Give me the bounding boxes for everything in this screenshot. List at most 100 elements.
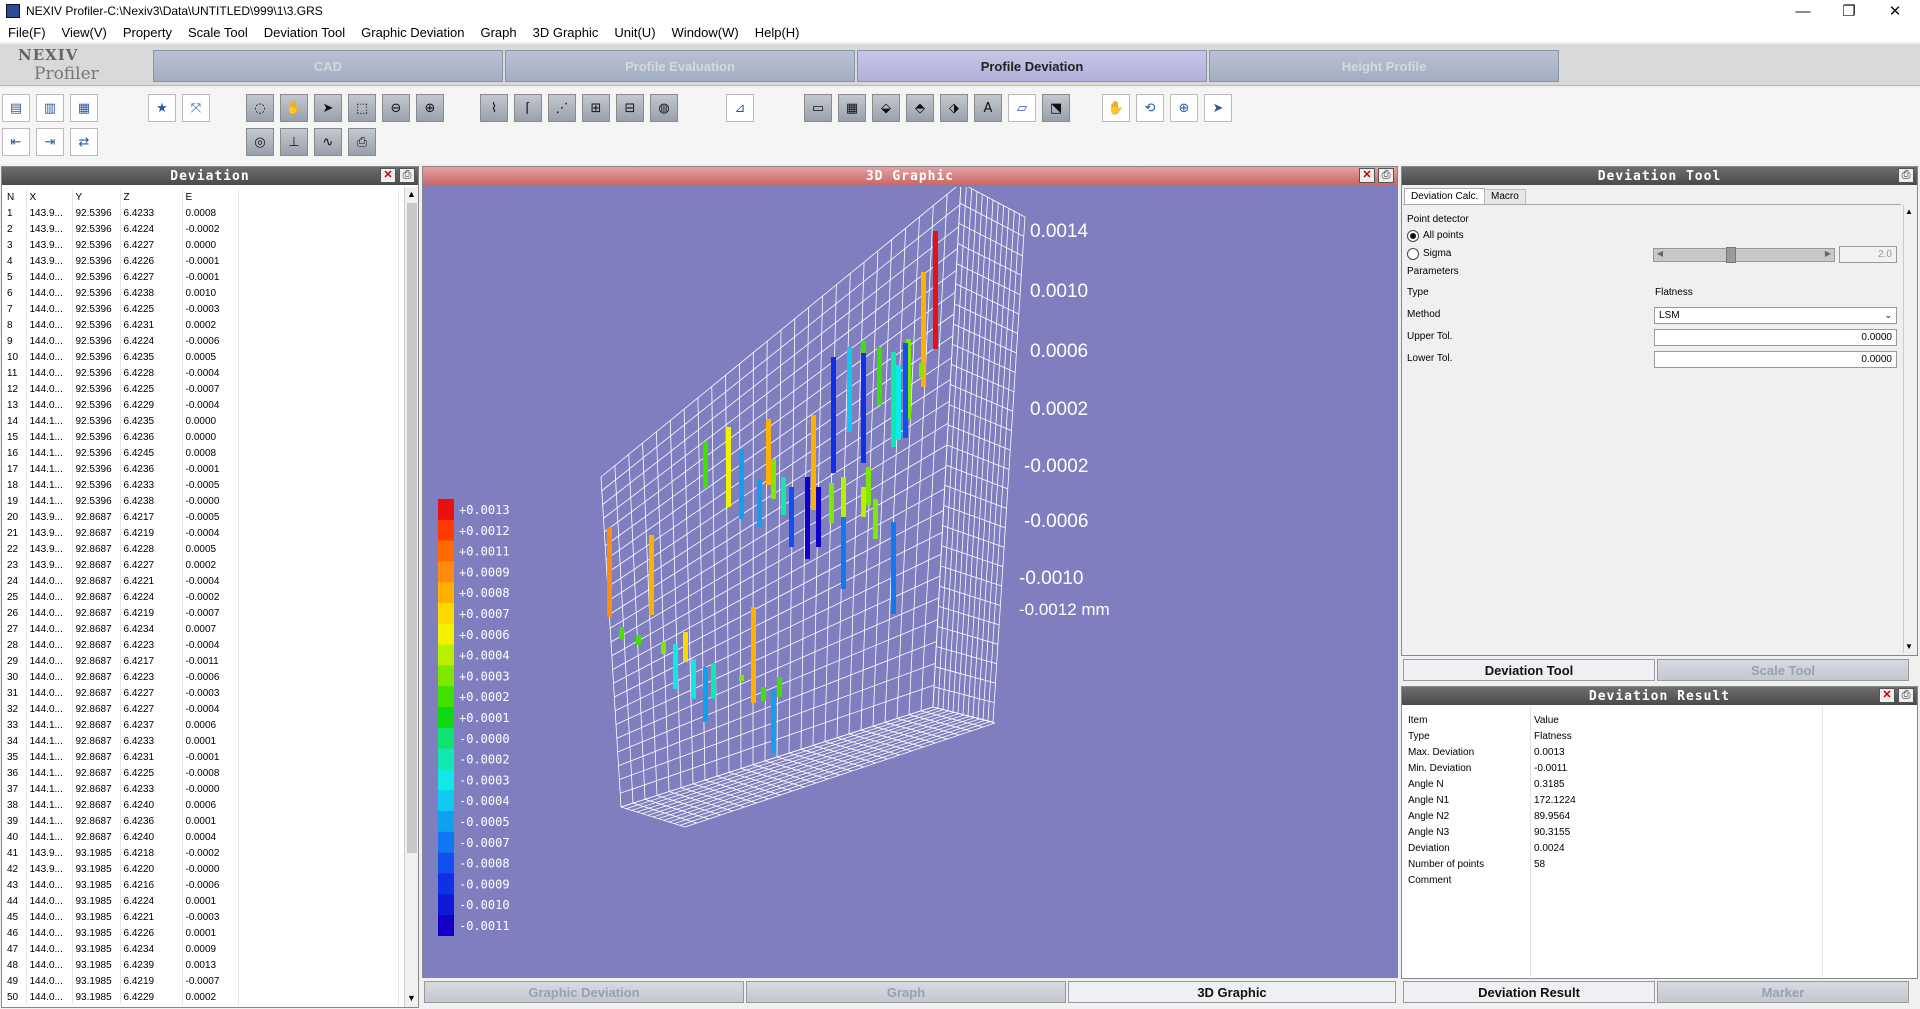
tab-deviation-result[interactable]: Deviation Result — [1403, 981, 1655, 1003]
table-row[interactable]: 21 143.9... 92.8687 6.4219 -0.0004 — [4, 525, 399, 541]
zoom-box-icon[interactable]: ⬚ — [348, 94, 376, 122]
menu-item-10[interactable]: Help(H) — [747, 25, 808, 40]
table-row[interactable]: 27 144.0... 92.8687 6.4234 0.0007 — [4, 621, 399, 637]
transfer-icon[interactable]: ⇄ — [70, 128, 98, 156]
sigma-slider[interactable]: ◀ ▶ — [1653, 247, 1835, 263]
scroll-thumb[interactable] — [407, 203, 417, 853]
zoom-in-icon[interactable]: ⊕ — [416, 94, 444, 122]
table-row[interactable]: 12 144.0... 92.5396 6.4225 -0.0007 — [4, 381, 399, 397]
graph5-icon[interactable]: ⊟ — [616, 94, 644, 122]
table-row[interactable]: 26 144.0... 92.8687 6.4219 -0.0007 — [4, 605, 399, 621]
table-row[interactable]: 30 144.0... 92.8687 6.4223 -0.0006 — [4, 669, 399, 685]
view5-icon[interactable]: ⬗ — [940, 94, 968, 122]
table-row[interactable]: 37 144.1... 92.8687 6.4233 -0.0000 — [4, 781, 399, 797]
table-row[interactable]: 10 144.0... 92.5396 6.4235 0.0005 — [4, 349, 399, 365]
tab-deviation-tool[interactable]: Deviation Tool — [1403, 659, 1655, 681]
table-row[interactable]: 17 144.1... 92.5396 6.4236 -0.0001 — [4, 461, 399, 477]
graph3-icon[interactable]: ⋰ — [548, 94, 576, 122]
table-row[interactable]: 45 144.0... 93.1985 6.4221 -0.0003 — [4, 909, 399, 925]
table-row[interactable]: 19 144.1... 92.5396 6.4238 -0.0000 — [4, 493, 399, 509]
print-panel-icon[interactable]: ⎙ — [399, 168, 415, 183]
chevron-down-icon[interactable]: ⌄ — [1884, 308, 1892, 323]
menu-item-1[interactable]: View(V) — [54, 25, 115, 40]
table-row[interactable]: 11 144.0... 92.5396 6.4228 -0.0004 — [4, 365, 399, 381]
table-row[interactable]: 36 144.1... 92.8687 6.4225 -0.0008 — [4, 765, 399, 781]
upper-tol-field[interactable]: 0.0000 — [1654, 329, 1897, 346]
table-row[interactable]: 22 143.9... 92.8687 6.4228 0.0005 — [4, 541, 399, 557]
menu-item-3[interactable]: Scale Tool — [180, 25, 256, 40]
table-row[interactable]: 16 144.1... 92.5396 6.4245 0.0008 — [4, 445, 399, 461]
menu-item-5[interactable]: Graphic Deviation — [353, 25, 472, 40]
table-row[interactable]: 49 144.0... 93.1985 6.4219 -0.0007 — [4, 973, 399, 989]
view7-icon[interactable]: ▱ — [1008, 94, 1036, 122]
tool-scrollbar[interactable]: ▲ ▼ — [1903, 205, 1917, 653]
table-row[interactable]: 47 144.0... 93.1985 6.4234 0.0009 — [4, 941, 399, 957]
menu-item-6[interactable]: Graph — [472, 25, 524, 40]
menu-item-7[interactable]: 3D Graphic — [525, 25, 607, 40]
menu-item-9[interactable]: Window(W) — [664, 25, 747, 40]
pan-icon[interactable]: ✋ — [1102, 94, 1130, 122]
graph1-icon[interactable]: ⌇ — [480, 94, 508, 122]
close-graphic-icon[interactable]: ✕ — [1359, 168, 1375, 183]
slider-right-icon[interactable]: ▶ — [1822, 249, 1834, 261]
tool-scroll-down-icon[interactable]: ▼ — [1905, 642, 1913, 651]
table-row[interactable]: 43 144.0... 93.1985 6.4216 -0.0006 — [4, 877, 399, 893]
table-row[interactable]: 18 144.1... 92.5396 6.4233 -0.0005 — [4, 477, 399, 493]
wave-icon[interactable]: ∿ — [314, 128, 342, 156]
table-row[interactable]: 14 144.1... 92.5396 6.4235 0.0000 — [4, 413, 399, 429]
table-row[interactable]: 35 144.1... 92.8687 6.4231 -0.0001 — [4, 749, 399, 765]
column-header-e[interactable]: E — [182, 189, 239, 205]
table-row[interactable]: 41 143.9... 93.1985 6.4218 -0.0002 — [4, 845, 399, 861]
print-tool-icon[interactable]: ⎙ — [1898, 168, 1914, 183]
minimize-button[interactable]: — — [1780, 0, 1826, 22]
view4-icon[interactable]: ⬘ — [906, 94, 934, 122]
close-panel-icon[interactable]: ✕ — [380, 168, 396, 183]
table-row[interactable]: 23 143.9... 92.8687 6.4227 0.0002 — [4, 557, 399, 573]
table-row[interactable]: 48 144.0... 93.1985 6.4239 0.0013 — [4, 957, 399, 973]
deviation-scrollbar[interactable]: ▲ ▼ — [404, 187, 418, 1007]
tool-scroll-up-icon[interactable]: ▲ — [1905, 207, 1913, 216]
table-row[interactable]: 38 144.1... 92.8687 6.4240 0.0006 — [4, 797, 399, 813]
table-row[interactable]: 13 144.0... 92.5396 6.4229 -0.0004 — [4, 397, 399, 413]
table-row[interactable]: 31 144.0... 92.8687 6.4227 -0.0003 — [4, 685, 399, 701]
tab-profile-deviation[interactable]: Profile Deviation — [857, 50, 1207, 82]
import-icon[interactable]: ⇤ — [2, 128, 30, 156]
table-row[interactable]: 24 144.0... 92.8687 6.4221 -0.0004 — [4, 573, 399, 589]
tab-marker[interactable]: Marker — [1657, 981, 1909, 1003]
table-row[interactable]: 42 143.9... 93.1985 6.4220 -0.0000 — [4, 861, 399, 877]
table-row[interactable]: 29 144.0... 92.8687 6.4217 -0.0011 — [4, 653, 399, 669]
column-header-x[interactable]: X — [26, 189, 73, 205]
view3-icon[interactable]: ⬙ — [872, 94, 900, 122]
target-icon[interactable]: ◎ — [246, 128, 274, 156]
maximize-button[interactable]: ❐ — [1826, 0, 1872, 22]
measure-icon[interactable]: ⊥ — [280, 128, 308, 156]
graph4-icon[interactable]: ⊞ — [582, 94, 610, 122]
tab-height-profile[interactable]: Height Profile — [1209, 50, 1559, 82]
table-row[interactable]: 6 144.0... 92.5396 6.4238 0.0010 — [4, 285, 399, 301]
table-row[interactable]: 28 144.0... 92.8687 6.4223 -0.0004 — [4, 637, 399, 653]
method-select[interactable]: LSM ⌄ — [1654, 307, 1897, 324]
tab-scale-tool[interactable]: Scale Tool — [1657, 659, 1909, 681]
graph2-icon[interactable]: ⌈ — [514, 94, 542, 122]
menu-item-2[interactable]: Property — [115, 25, 180, 40]
graph6-icon[interactable]: ◍ — [650, 94, 678, 122]
table-row[interactable]: 20 143.9... 92.8687 6.4217 -0.0005 — [4, 509, 399, 525]
table-row[interactable]: 33 144.1... 92.8687 6.4237 0.0006 — [4, 717, 399, 733]
lasso-icon[interactable]: ◌ — [246, 94, 274, 122]
menu-item-8[interactable]: Unit(U) — [606, 25, 663, 40]
open-file-icon[interactable]: ▤ — [2, 94, 30, 122]
rotate-icon[interactable]: ⟲ — [1136, 94, 1164, 122]
table-row[interactable]: 34 144.1... 92.8687 6.4233 0.0001 — [4, 733, 399, 749]
3d-plot[interactable]: 0.0014 0.0010 0.0006 0.0002 -0.0002 -0.0006 -0… — [423, 187, 1397, 977]
table-row[interactable]: 15 144.1... 92.5396 6.4236 0.0000 — [4, 429, 399, 445]
select-icon[interactable]: ➤ — [1204, 94, 1232, 122]
print-icon[interactable]: ⎙ — [348, 128, 376, 156]
column-header-y[interactable]: Y — [72, 189, 121, 205]
table-row[interactable]: 39 144.1... 92.8687 6.4236 0.0001 — [4, 813, 399, 829]
all-points-radio[interactable] — [1407, 230, 1419, 242]
view1-icon[interactable]: ▭ — [804, 94, 832, 122]
tab-cad[interactable]: CAD — [153, 50, 503, 82]
tab-graphic-deviation[interactable]: Graphic Deviation — [424, 981, 744, 1003]
table-row[interactable]: 40 144.1... 92.8687 6.4240 0.0004 — [4, 829, 399, 845]
table-row[interactable]: 32 144.0... 92.8687 6.4227 -0.0004 — [4, 701, 399, 717]
